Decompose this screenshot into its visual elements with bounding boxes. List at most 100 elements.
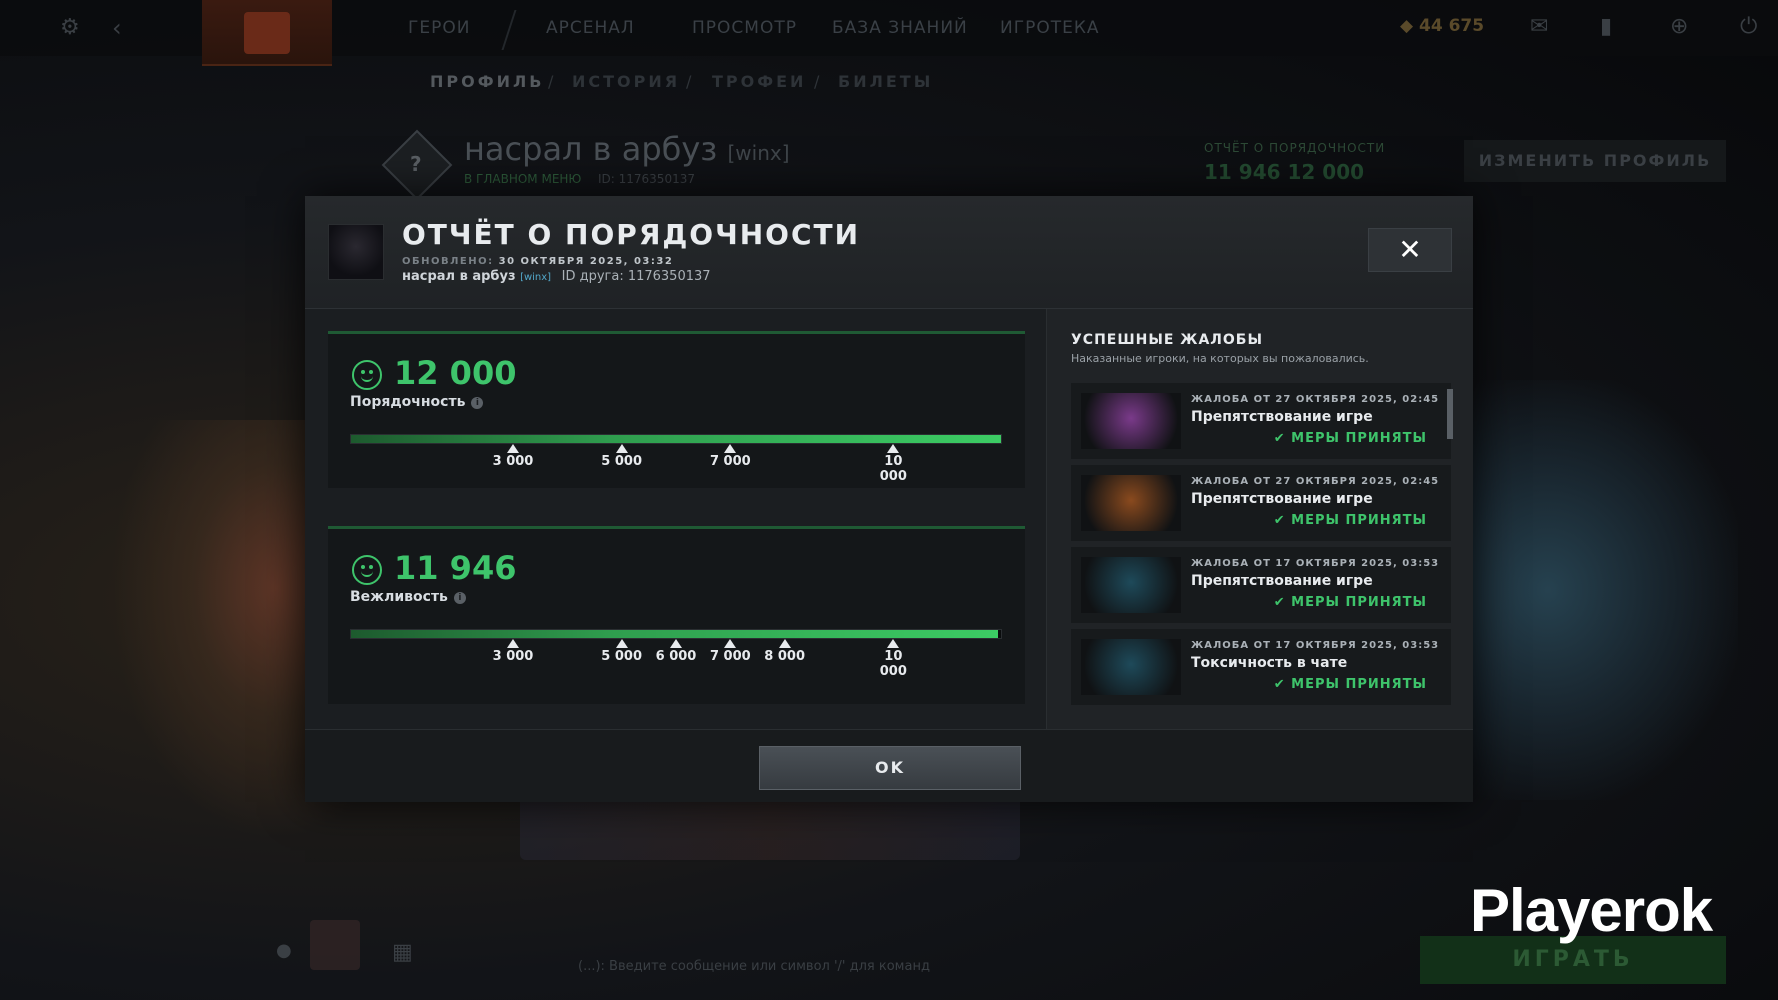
threshold-label: 3 000	[492, 454, 534, 469]
nav-arcade[interactable]: ИГРОТЕКА	[1000, 18, 1100, 38]
subnav-history[interactable]: ИСТОРИЯ	[572, 72, 680, 91]
report-reason: Препятствование игре	[1191, 491, 1373, 507]
report-item[interactable]: ЖАЛОБА ОТ 27 ОКТЯБРЯ 2025, 02:45 Препятс…	[1071, 383, 1451, 459]
check-icon: ✔	[1273, 595, 1292, 610]
threshold-marker-icon	[507, 444, 519, 453]
conduct-progress-fill	[351, 435, 1001, 443]
report-reason: Препятствование игре	[1191, 409, 1373, 425]
updated-line: ОБНОВЛЕНО: 30 ОКТЯБРЯ 2025, 03:32	[402, 256, 673, 267]
user-guild-tag: [winx]	[520, 272, 552, 283]
info-icon[interactable]: i	[471, 397, 484, 409]
nav-heroes[interactable]: ГЕРОИ	[408, 18, 470, 38]
threshold-marker-icon	[887, 444, 900, 453]
chat-input[interactable]: (...): Введите сообщение или символ '/' …	[560, 950, 1210, 984]
threshold-marker-icon	[724, 444, 737, 453]
modal-title: ОТЧЁТ О ПОРЯДОЧНОСТИ	[402, 218, 861, 251]
threshold-label: 5 000	[601, 454, 643, 469]
profile-id: ID: 1176350137	[598, 172, 695, 186]
friend-id: ID друга: 1176350137	[561, 269, 711, 284]
close-button[interactable]: ✕	[1368, 228, 1452, 272]
power-icon[interactable]: ⏻	[1740, 14, 1768, 42]
profile-status: В ГЛАВНОМ МЕНЮ	[464, 172, 582, 186]
top-navigation-bar: ⚙ ‹ ГЕРОИ АРСЕНАЛ ПРОСМОТР БАЗА ЗНАНИЙ И…	[0, 0, 1778, 66]
successful-reports-panel: УСПЕШНЫЕ ЖАЛОБЫ Наказанные игроки, на ко…	[1046, 309, 1473, 729]
shards-currency: ◆ 44 675	[1400, 16, 1484, 36]
edit-profile-button[interactable]: ИЗМЕНИТЬ ПРОФИЛЬ	[1464, 140, 1726, 182]
report-status-text: МЕРЫ ПРИНЯТЫ	[1291, 677, 1427, 692]
politeness-progress-fill	[351, 630, 998, 638]
threshold-marker-icon	[507, 639, 519, 648]
header-report-values: 11 946 12 000	[1204, 160, 1365, 184]
user-line: насрал в арбуз [winx] ID друга: 11763501…	[402, 269, 711, 284]
coach-icon[interactable]: ●	[276, 940, 292, 961]
nav-learn[interactable]: БАЗА ЗНАНИЙ	[832, 18, 968, 38]
updated-label: ОБНОВЛЕНО:	[402, 256, 494, 267]
modal-footer: OK	[305, 729, 1473, 802]
report-status: ✔ МЕРЫ ПРИНЯТЫ	[1274, 513, 1427, 528]
back-arrow-icon[interactable]: ‹	[112, 14, 122, 42]
dota-logo-button[interactable]	[202, 0, 332, 66]
user-name: насрал в арбуз	[402, 269, 516, 284]
subnav-profile[interactable]: ПРОФИЛЬ	[430, 72, 544, 91]
reports-subtitle: Наказанные игроки, на которых вы пожалов…	[1071, 352, 1369, 365]
hero-portrait	[1081, 475, 1181, 531]
news-button[interactable]	[310, 920, 360, 970]
report-item[interactable]: ЖАЛОБА ОТ 27 ОКТЯБРЯ 2025, 02:45 Препятс…	[1071, 465, 1451, 541]
battlepass-icon[interactable]: ▮	[1600, 14, 1628, 42]
subnav-tickets[interactable]: БИЛЕТЫ	[838, 72, 933, 91]
threshold-label: 10 000	[879, 649, 907, 679]
threshold-label: 6 000	[655, 649, 697, 664]
hero-portrait	[1081, 557, 1181, 613]
profile-name: насрал в арбуз [winx]	[464, 130, 790, 168]
nav-watch[interactable]: ПРОСМОТР	[692, 18, 797, 38]
subnav-separator: /	[686, 72, 692, 91]
smiley-icon	[352, 555, 382, 585]
avatar	[328, 224, 384, 280]
threshold-marker-icon	[887, 639, 900, 648]
politeness-value: 11 946	[394, 549, 517, 587]
info-icon[interactable]: i	[453, 592, 466, 604]
check-icon: ✔	[1273, 677, 1292, 692]
subnav-trophies[interactable]: ТРОФЕИ	[712, 72, 806, 91]
mail-icon[interactable]: ✉	[1530, 14, 1558, 42]
conduct-label-text: Порядочность	[350, 394, 466, 410]
add-friend-icon[interactable]: ⊕	[1670, 14, 1698, 42]
report-item[interactable]: ЖАЛОБА ОТ 17 ОКТЯБРЯ 2025, 03:53 Токсичн…	[1071, 629, 1451, 705]
threshold-marker-icon	[778, 639, 791, 648]
report-date: ЖАЛОБА ОТ 27 ОКТЯБРЯ 2025, 02:45	[1191, 394, 1440, 405]
threshold-label: 7 000	[709, 649, 751, 664]
nav-armory[interactable]: АРСЕНАЛ	[546, 18, 635, 38]
smiley-icon	[352, 360, 382, 390]
ok-button[interactable]: OK	[759, 746, 1021, 790]
threshold-marker-icon	[615, 639, 628, 648]
threshold-label: 5 000	[601, 649, 643, 664]
report-item[interactable]: ЖАЛОБА ОТ 17 ОКТЯБРЯ 2025, 03:53 Препятс…	[1071, 547, 1451, 623]
report-status-text: МЕРЫ ПРИНЯТЫ	[1291, 513, 1427, 528]
shards-amount: 44 675	[1419, 16, 1485, 36]
report-status: ✔ МЕРЫ ПРИНЯТЫ	[1274, 677, 1427, 692]
profile-name-text: насрал в арбуз	[464, 130, 718, 168]
hero-portrait	[1081, 639, 1181, 695]
politeness-stat-card: 11 946 Вежливость i 3 000 5 000 6 000 7 000 8…	[328, 526, 1025, 704]
party-icon[interactable]: ▦	[392, 940, 413, 965]
check-icon: ✔	[1273, 513, 1292, 528]
profile-guild-tag: [winx]	[727, 141, 790, 165]
settings-gear-icon[interactable]: ⚙	[60, 16, 84, 40]
report-status-text: МЕРЫ ПРИНЯТЫ	[1291, 595, 1427, 610]
check-icon: ✔	[1273, 431, 1292, 446]
report-status: ✔ МЕРЫ ПРИНЯТЫ	[1274, 431, 1427, 446]
politeness-label: Вежливость i	[350, 589, 466, 605]
politeness-label-text: Вежливость	[350, 589, 448, 605]
reports-title: УСПЕШНЫЕ ЖАЛОБЫ	[1071, 332, 1263, 348]
report-date: ЖАЛОБА ОТ 27 ОКТЯБРЯ 2025, 02:45	[1191, 476, 1440, 487]
politeness-progress-bar	[350, 629, 1002, 639]
subnav-separator: /	[814, 72, 820, 91]
header-report-label: ОТЧЁТ О ПОРЯДОЧНОСТИ	[1204, 141, 1386, 155]
watermark-logo: Playerok	[1470, 877, 1713, 944]
reports-scrollbar[interactable]	[1447, 389, 1453, 439]
shards-icon: ◆	[1400, 16, 1414, 36]
report-date: ЖАЛОБА ОТ 17 ОКТЯБРЯ 2025, 03:53	[1191, 640, 1440, 651]
dota-client-screen: ⚙ ‹ ГЕРОИ АРСЕНАЛ ПРОСМОТР БАЗА ЗНАНИЙ И…	[0, 0, 1778, 1000]
conduct-stat-card: 12 000 Порядочность i 3 000 5 000 7 000 10 0…	[328, 331, 1025, 488]
subnav-separator: /	[548, 72, 554, 91]
